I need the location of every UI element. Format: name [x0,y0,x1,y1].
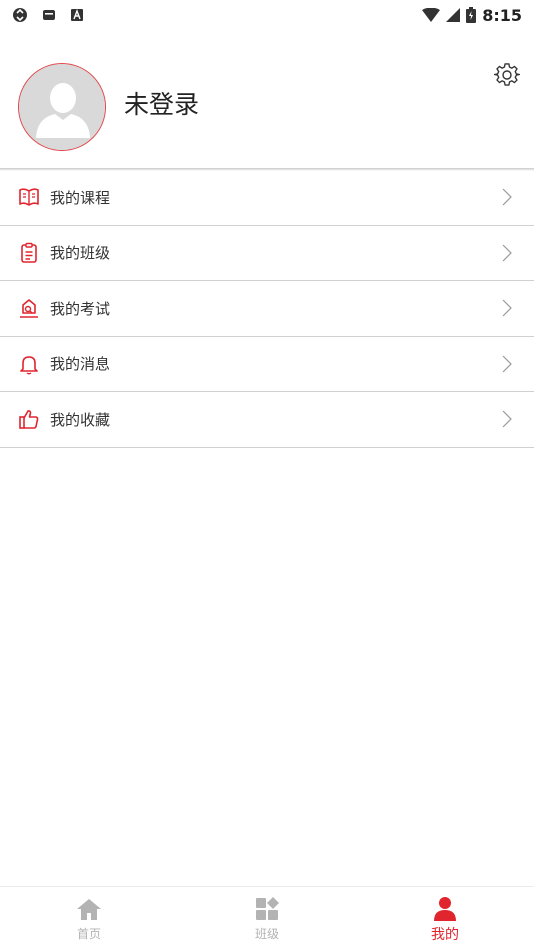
status-bar: 8:15 [0,0,534,30]
grid-icon [256,897,279,920]
menu-item-label: 我的班级 [50,244,111,263]
thumbs-up-icon [19,410,39,430]
tab-home[interactable]: 首页 [0,887,178,950]
tab-mine[interactable]: 我的 [356,887,534,950]
avatar[interactable] [18,63,106,151]
sync-icon [13,8,27,22]
mail-icon [43,10,55,20]
menu-item-exams[interactable]: 我的考试 [0,281,534,337]
book-icon [19,188,39,207]
chevron-right-icon [502,188,512,206]
menu-item-label: 我的课程 [50,188,111,207]
chevron-right-icon [502,244,512,262]
default-avatar-icon [19,64,105,150]
bell-icon [20,355,38,375]
login-status-label[interactable]: 未登录 [124,85,199,121]
menu-item-label: 我的考试 [50,299,111,318]
tab-label: 首页 [76,927,101,941]
settings-gear-icon[interactable] [494,62,520,88]
home-icon [77,899,101,920]
status-left-icons [12,7,84,23]
chevron-right-icon [502,355,512,373]
chevron-right-icon [502,299,512,317]
profile-header: 未登录 [0,30,534,170]
status-time: 8:15 [482,5,522,25]
tab-label: 班级 [254,927,279,941]
wifi-icon [422,8,441,22]
battery-icon [466,7,477,23]
exam-icon [20,299,38,319]
menu-item-favorites[interactable]: 我的收藏 [0,392,534,448]
keyboard-a-icon [71,9,83,21]
menu-item-courses[interactable]: 我的课程 [0,170,534,226]
tab-label: 我的 [431,927,459,943]
menu-item-label: 我的收藏 [50,410,111,429]
clipboard-icon [21,242,37,263]
menu-item-messages[interactable]: 我的消息 [0,337,534,392]
status-right-icons: 8:15 [422,6,522,25]
menu-item-classes[interactable]: 我的班级 [0,226,534,281]
user-icon [434,897,456,921]
chevron-right-icon [502,410,512,428]
menu-item-label: 我的消息 [50,355,111,374]
bottom-tab-bar: 首页 班级 我的 [0,886,534,950]
signal-icon [446,8,461,22]
menu-list: 我的课程 我的班级 我的考试 我的消息 我的收藏 [0,170,534,448]
tab-classes[interactable]: 班级 [178,887,356,950]
